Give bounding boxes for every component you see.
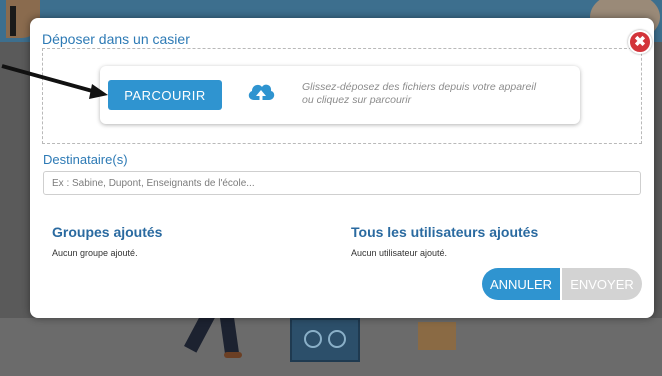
drop-instructions-line2: ou cliquez sur parcourir (302, 94, 412, 106)
background-illustration-box (418, 322, 456, 350)
deposit-modal: Déposer dans un casier Destinataire(s) G… (30, 18, 654, 318)
drop-card: PARCOURIR Glissez-déposez des fichiers d… (100, 66, 580, 124)
users-title: Tous les utilisateurs ajoutés (351, 224, 539, 240)
cloud-upload-icon[interactable] (246, 80, 276, 108)
recipients-label: Destinataire(s) (43, 152, 128, 167)
groups-title: Groupes ajoutés (52, 224, 163, 240)
background-bar (10, 6, 16, 36)
browse-button[interactable]: PARCOURIR (108, 80, 222, 110)
background-illustration-radio (290, 318, 360, 362)
groups-empty-text: Aucun groupe ajouté. (52, 248, 138, 258)
close-icon[interactable]: ✖ (628, 30, 652, 54)
drop-instructions-line1: Glissez-déposez des fichiers depuis votr… (302, 81, 537, 93)
users-empty-text: Aucun utilisateur ajouté. (351, 248, 448, 258)
cancel-button[interactable]: ANNULER (482, 268, 560, 300)
drop-instructions: Glissez-déposez des fichiers depuis votr… (302, 81, 572, 107)
radio-speaker (328, 330, 346, 348)
radio-speaker (304, 330, 322, 348)
recipients-input[interactable] (43, 171, 641, 195)
send-button[interactable]: ENVOYER (562, 268, 642, 300)
modal-title: Déposer dans un casier (42, 31, 190, 47)
illustration-shoe (224, 352, 242, 358)
